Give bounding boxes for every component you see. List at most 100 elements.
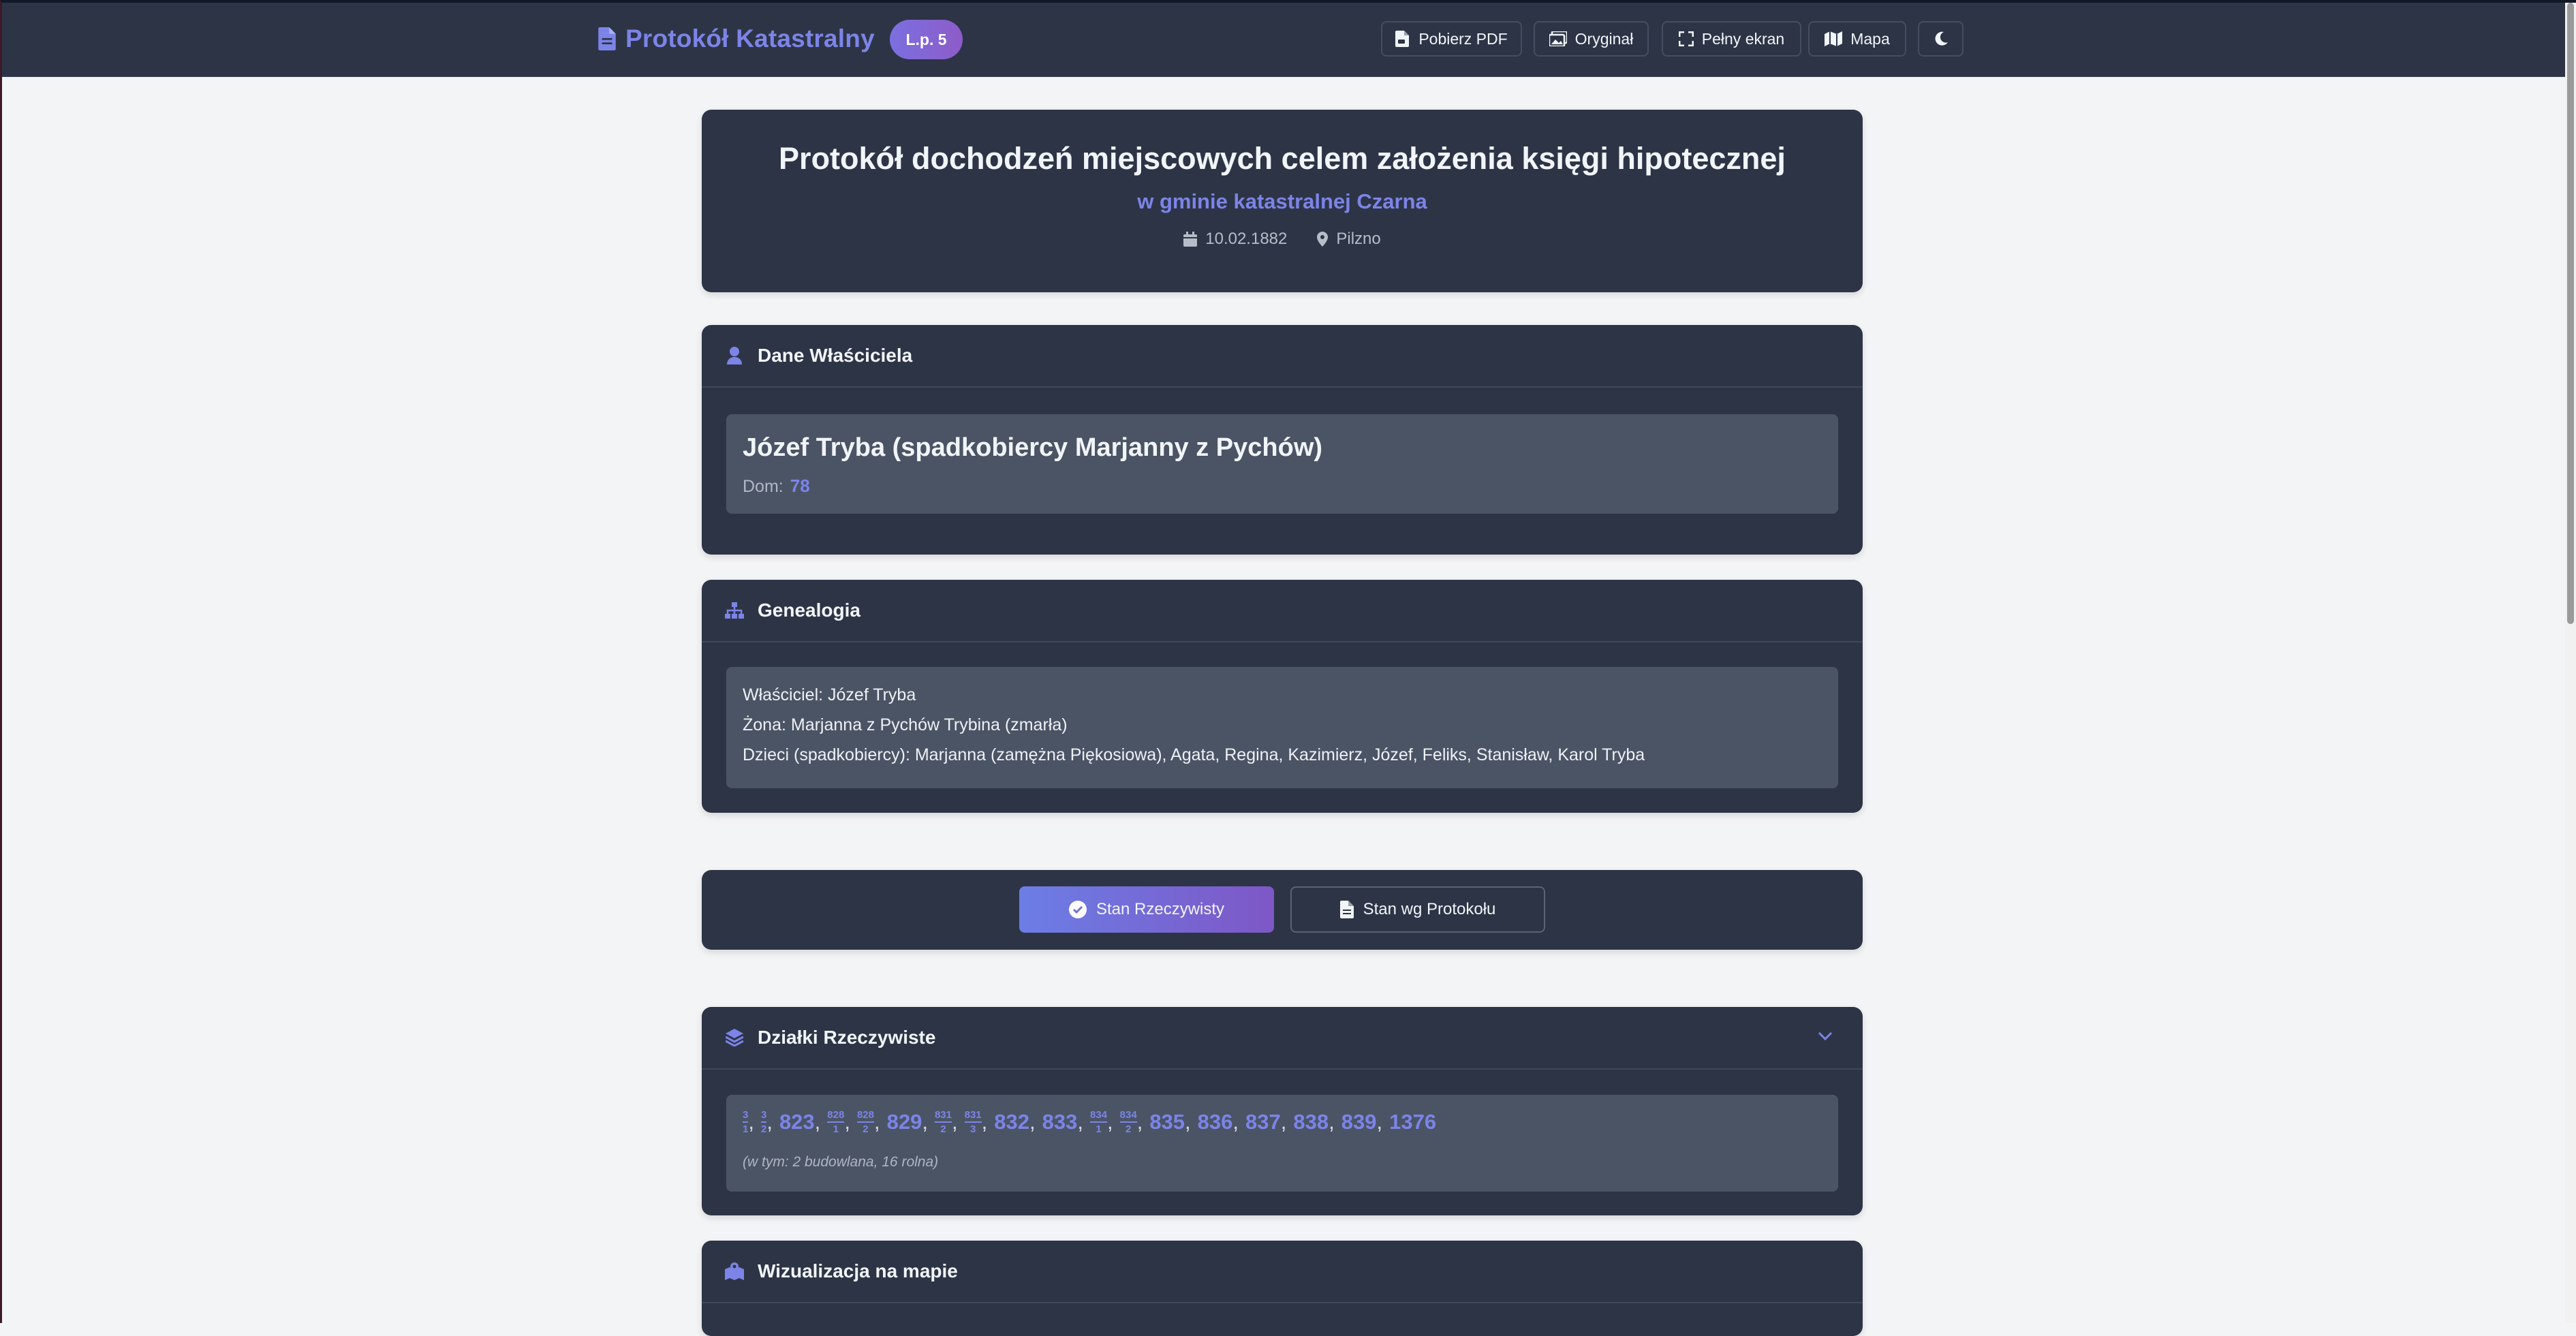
parcel-link[interactable]: 831 2 [934,1110,952,1134]
brand[interactable]: Protokół Katastralny [598,20,875,57]
parcel-link[interactable]: 836 [1198,1110,1233,1134]
file-icon [1339,901,1354,918]
parcel-link[interactable]: 831 3 [964,1110,982,1134]
parcel-separator: , [1077,1110,1083,1134]
user-icon [727,347,742,364]
parcel-link[interactable]: 834 1 [1090,1110,1108,1134]
scrollbar-thumb[interactable] [2567,3,2574,624]
genealogy-card: Genealogia Właściciel: Józef Tryba Żona:… [702,580,1863,813]
file-pdf-icon [1395,31,1410,47]
owner-name: Józef Tryba (spadkobiercy Marjanny z Pyc… [743,433,1323,462]
owner-section-title: Dane Właściciela [758,345,913,366]
parcel-separator: , [1029,1110,1036,1134]
parcel-separator: , [873,1110,880,1134]
parcel-separator: , [1376,1110,1383,1134]
parcels-card-header[interactable]: Działki Rzeczywiste [702,1007,1863,1070]
parcel-link[interactable]: 1376 [1389,1110,1436,1134]
parcel-link[interactable]: 834 2 [1119,1110,1137,1134]
calendar-icon [1183,232,1198,247]
actual-state-label: Stan Rzeczywisty [1096,900,1225,918]
state-toggle-bar: Stan Rzeczywisty Stan wg Protokołu [702,870,1863,950]
genealogy-section-title: Genealogia [758,600,860,621]
parcel-separator: , [1107,1110,1113,1134]
genealogy-info-box: Właściciel: Józef Tryba Żona: Marjanna z… [726,667,1838,788]
parcels-box: 3 1, 3 2, 823, 828 1, 828 2, 829, 831 2, 831 3, 832, 83… [726,1095,1838,1192]
page-subtitle: w gminie katastralnej Czarna [1137,189,1427,213]
parcels-section-title: Działki Rzeczywiste [758,1027,936,1048]
parcel-link[interactable]: 829 [887,1110,922,1134]
owner-card-header: Dane Właściciela [702,325,1863,388]
parcel-link[interactable]: 32 [760,1110,767,1134]
document-icon [598,27,616,50]
download-pdf-button[interactable]: Pobierz PDF [1381,21,1522,57]
parcel-link[interactable]: 835 [1149,1110,1185,1134]
protocol-header-card: Protokół dochodzeń miejscowych celem zał… [702,110,1863,292]
parcel-separator: , [1280,1110,1287,1134]
protocol-state-label: Stan wg Protokołu [1363,900,1496,918]
actual-state-tab[interactable]: Stan Rzeczywisty [1019,886,1274,933]
map-location-icon [725,1262,744,1280]
parcel-link[interactable]: 838 [1293,1110,1329,1134]
parcel-link[interactable]: 823 [779,1110,815,1134]
parcel-separator: , [766,1110,773,1134]
fullscreen-label: Pełny ekran [1701,29,1785,48]
sitemap-icon [725,602,744,619]
original-button[interactable]: Oryginał [1534,21,1649,57]
owner-info-box: Józef Tryba (spadkobiercy Marjanny z Pyc… [726,414,1838,514]
parcel-separator: , [1232,1110,1239,1134]
protocol-state-tab[interactable]: Stan wg Protokołu [1290,886,1545,933]
original-label: Oryginał [1574,29,1634,48]
parcel-link[interactable]: 828 1 [827,1110,845,1134]
parcel-summary: (w tym: 2 budowlana, 16 rolna) [743,1154,939,1170]
check-circle-icon [1068,901,1087,918]
parcel-separator: , [922,1110,928,1134]
parcel-separator: , [844,1110,850,1134]
map-card: Wizualizacja na mapie [702,1241,1863,1336]
map-button[interactable]: Mapa [1808,21,1906,57]
protocol-date: 10.02.1882 [1183,230,1287,249]
map-pin-icon [1317,232,1329,247]
parcel-separator: , [1329,1110,1335,1134]
genealogy-owner: Właściciel: Józef Tryba [743,685,916,704]
map-icon [1825,31,1843,46]
house-number: 78 [790,476,810,496]
parcel-list: 3 1, 3 2, 823, 828 1, 828 2, 829, 831 2, 831 3, 832, 83… [743,1110,1436,1134]
moon-icon [1935,31,1948,46]
parcel-link[interactable]: 833 [1042,1110,1078,1134]
parcel-link[interactable]: 832 [994,1110,1029,1134]
page-title: Protokół dochodzeń miejscowych celem zał… [779,141,1786,176]
expand-icon [1678,31,1694,46]
parcel-link[interactable]: 837 [1245,1110,1281,1134]
layers-icon [726,1029,743,1046]
download-pdf-label: Pobierz PDF [1418,29,1508,48]
protocol-place-text: Pilzno [1336,230,1381,248]
fullscreen-button[interactable]: Pełny ekran [1662,21,1801,57]
map-card-header: Wizualizacja na mapie [702,1241,1863,1303]
parcel-separator: , [952,1110,958,1134]
page-scrollbar[interactable] [2565,0,2576,1323]
map-label: Mapa [1850,29,1890,48]
parcel-separator: , [1136,1110,1143,1134]
protocol-meta: 10.02.1882 Pilzno [702,230,1863,249]
parcel-separator: , [1185,1110,1191,1134]
parcels-card: Działki Rzeczywiste 3 1, 3 2, 823, 828 1, 828 2,… [702,1007,1863,1215]
parcel-link[interactable]: 839 [1341,1110,1377,1134]
owner-house: Dom: 78 [743,476,810,497]
parcel-separator: , [814,1110,821,1134]
images-icon [1549,31,1567,46]
chevron-down-icon[interactable] [1818,1031,1833,1041]
parcel-link[interactable]: 828 2 [856,1110,874,1134]
top-navbar: Protokół Katastralny L.p. 5 Pobierz PDF … [0,0,2565,77]
protocol-date-text: 10.02.1882 [1205,230,1288,248]
house-label: Dom: [743,477,783,496]
owner-card: Dane Właściciela Józef Tryba (spadkobier… [702,325,1863,555]
app-title: Protokół Katastralny [625,25,875,52]
parcel-link[interactable]: 31 [743,1110,749,1134]
genealogy-card-header: Genealogia [702,580,1863,642]
parcel-separator: , [981,1110,988,1134]
genealogy-wife: Żona: Marjanna z Pychów Trybina (zmarła) [743,715,1068,734]
protocol-place: Pilzno [1317,230,1381,249]
map-section-title: Wizualizacja na mapie [758,1260,958,1281]
genealogy-children: Dzieci (spadkobiercy): Marjanna (zamężna… [743,745,1645,764]
dark-mode-toggle[interactable] [1918,21,1964,57]
